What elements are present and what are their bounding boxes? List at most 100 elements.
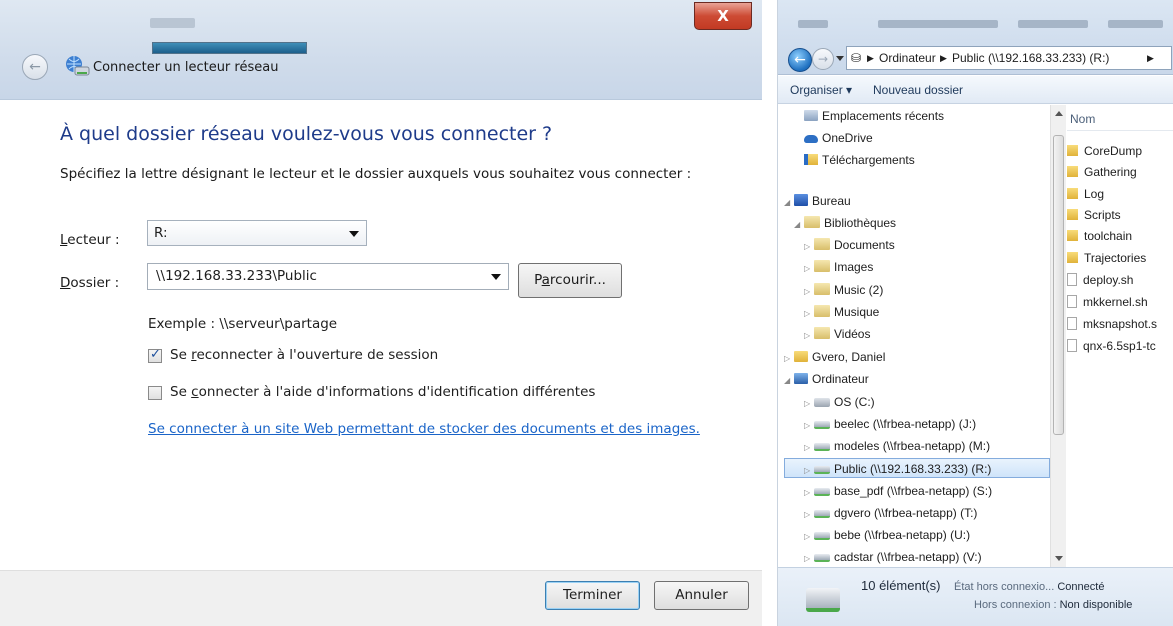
- collapsed-triangle-icon[interactable]: ▷: [804, 394, 814, 414]
- list-item[interactable]: Log: [1067, 184, 1104, 204]
- finish-button[interactable]: Terminer: [545, 581, 640, 610]
- nav-item-downloads[interactable]: Téléchargements: [804, 150, 915, 170]
- dialog-footer: [0, 570, 762, 626]
- breadcrumb-separator-icon[interactable]: ▶: [1147, 53, 1154, 64]
- list-item[interactable]: Trajectories: [1067, 248, 1146, 268]
- folder-icon: [1067, 188, 1078, 199]
- file-icon: [1067, 273, 1077, 286]
- folder-icon: [1067, 209, 1078, 220]
- network-drive-icon: [814, 421, 830, 429]
- network-drive-icon: [814, 466, 830, 474]
- drive-letter-value: R:: [154, 225, 168, 241]
- nav-item-desktop[interactable]: ◢ Bureau: [784, 191, 851, 211]
- collapsed-triangle-icon[interactable]: ▷: [804, 416, 814, 436]
- collapsed-triangle-icon[interactable]: ▷: [804, 259, 814, 279]
- library-icon: [814, 260, 830, 272]
- nav-item-documents[interactable]: ▷ Documents: [804, 235, 895, 255]
- list-item[interactable]: Gathering: [1067, 162, 1137, 182]
- library-icon: [814, 327, 830, 339]
- network-drive-icon: [814, 532, 830, 540]
- background-blur: [1108, 20, 1163, 28]
- expanded-triangle-icon[interactable]: ◢: [794, 215, 804, 235]
- list-item[interactable]: qnx-6.5sp1-tc: [1067, 336, 1156, 356]
- address-bar[interactable]: ⛁ ▶ Ordinateur ▶ Public (\\192.168.33.23…: [846, 46, 1172, 70]
- chevron-down-icon: [349, 231, 359, 237]
- background-blur: [798, 20, 828, 28]
- nav-item-recent[interactable]: Emplacements récents: [804, 106, 944, 126]
- expanded-triangle-icon[interactable]: ◢: [784, 371, 794, 391]
- drive-icon: [814, 398, 830, 407]
- collapsed-triangle-icon[interactable]: ▷: [804, 304, 814, 324]
- collapsed-triangle-icon[interactable]: ▷: [804, 505, 814, 525]
- downloads-icon: [804, 154, 818, 165]
- close-button[interactable]: X: [694, 2, 752, 30]
- reconnect-label[interactable]: Se reconnecter à l'ouverture de session: [170, 347, 438, 363]
- collapsed-triangle-icon[interactable]: ▷: [804, 438, 814, 458]
- list-item[interactable]: mkkernel.sh: [1067, 292, 1148, 312]
- nav-item-music2[interactable]: ▷ Music (2): [804, 280, 883, 300]
- collapsed-triangle-icon[interactable]: ▷: [804, 326, 814, 346]
- navigation-pane: Emplacements récents OneDrive Télécharge…: [778, 105, 1050, 567]
- organize-menu[interactable]: Organiser ▾: [790, 83, 852, 97]
- nav-scrollbar[interactable]: [1050, 105, 1066, 567]
- new-folder-button[interactable]: Nouveau dossier: [873, 83, 963, 97]
- drive-letter-select[interactable]: R:: [147, 220, 367, 246]
- other-credentials-label[interactable]: Se connecter à l'aide d'informations d'i…: [170, 384, 595, 400]
- back-arrow-icon[interactable]: ←: [788, 48, 812, 72]
- name-column-header[interactable]: Nom: [1067, 105, 1173, 131]
- collapsed-triangle-icon[interactable]: ▷: [804, 237, 814, 257]
- folder-path-input[interactable]: \\192.168.33.233\Public: [147, 263, 509, 290]
- nav-item-drive-t[interactable]: ▷ dgvero (\\frbea-netapp) (T:): [804, 503, 977, 523]
- nav-item-libraries[interactable]: ◢ Bibliothèques: [794, 213, 896, 233]
- folder-icon: [1067, 230, 1078, 241]
- nav-item-drive-c[interactable]: ▷ OS (C:): [804, 392, 875, 412]
- scroll-thumb[interactable]: [1053, 135, 1064, 435]
- breadcrumb-computer[interactable]: Ordinateur: [879, 51, 936, 65]
- collapsed-triangle-icon[interactable]: ▷: [804, 461, 814, 481]
- list-item[interactable]: toolchain: [1067, 226, 1132, 246]
- dialog-title: Connecter un lecteur réseau: [93, 60, 279, 75]
- cloud-icon: [804, 135, 818, 143]
- breadcrumb-separator-icon: ▶: [940, 53, 947, 63]
- nav-item-drive-v[interactable]: ▷ cadstar (\\frbea-netapp) (V:): [804, 547, 982, 567]
- chevron-down-icon[interactable]: [491, 274, 501, 280]
- list-item[interactable]: CoreDump: [1067, 141, 1142, 161]
- list-item[interactable]: mksnapshot.s: [1067, 314, 1157, 334]
- nav-item-onedrive[interactable]: OneDrive: [804, 128, 873, 148]
- web-storage-link[interactable]: Se connecter à un site Web permettant de…: [148, 421, 700, 437]
- nav-item-drive-u[interactable]: ▷ bebe (\\frbea-netapp) (U:): [804, 525, 970, 545]
- nav-item-drive-r[interactable]: ▷ Public (\\192.168.33.233) (R:): [784, 458, 1050, 478]
- nav-item-drive-j[interactable]: ▷ beelec (\\frbea-netapp) (J:): [804, 414, 976, 434]
- history-dropdown-icon[interactable]: [836, 56, 844, 61]
- other-credentials-checkbox[interactable]: [148, 386, 162, 400]
- file-icon: [1067, 295, 1077, 308]
- nav-item-computer[interactable]: ◢ Ordinateur: [784, 369, 869, 389]
- dialog-titlebar: [0, 0, 762, 100]
- item-count: 10 élément(s): [861, 578, 941, 593]
- collapsed-triangle-icon[interactable]: ▷: [804, 282, 814, 302]
- collapsed-triangle-icon[interactable]: ▷: [784, 349, 794, 369]
- back-arrow-icon[interactable]: ←: [22, 54, 48, 80]
- scroll-down-icon[interactable]: [1055, 556, 1063, 561]
- expanded-triangle-icon[interactable]: ◢: [784, 193, 794, 213]
- nav-item-images[interactable]: ▷ Images: [804, 257, 873, 277]
- cancel-button[interactable]: Annuler: [654, 581, 749, 610]
- browse-button[interactable]: Parcourir...: [518, 263, 622, 298]
- network-drive-icon: [806, 588, 840, 612]
- list-item[interactable]: Scripts: [1067, 205, 1121, 225]
- collapsed-triangle-icon[interactable]: ▷: [804, 549, 814, 567]
- list-item[interactable]: deploy.sh: [1067, 270, 1133, 290]
- folder-icon: [1067, 145, 1078, 156]
- reconnect-checkbox[interactable]: [148, 347, 162, 363]
- nav-item-user-folder[interactable]: ▷ Gvero, Daniel: [784, 347, 885, 367]
- nav-item-drive-s[interactable]: ▷ base_pdf (\\frbea-netapp) (S:): [804, 481, 992, 501]
- nav-item-drive-m[interactable]: ▷ modeles (\\frbea-netapp) (M:): [804, 436, 990, 456]
- scroll-up-icon[interactable]: [1055, 111, 1063, 116]
- network-drive-icon: [814, 510, 830, 518]
- nav-item-musique[interactable]: ▷ Musique: [804, 302, 879, 322]
- collapsed-triangle-icon[interactable]: ▷: [804, 483, 814, 503]
- forward-arrow-icon[interactable]: →: [812, 48, 834, 70]
- breadcrumb-public[interactable]: Public (\\192.168.33.233) (R:): [952, 51, 1109, 65]
- nav-item-videos[interactable]: ▷ Vidéos: [804, 324, 870, 344]
- collapsed-triangle-icon[interactable]: ▷: [804, 527, 814, 547]
